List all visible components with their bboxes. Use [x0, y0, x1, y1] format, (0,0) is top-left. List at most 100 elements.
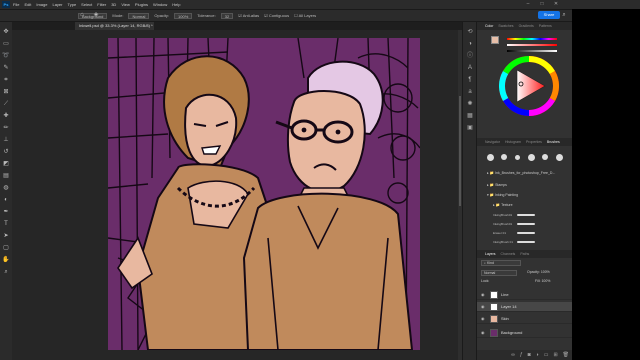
- layer-row[interactable]: ◉ Line: [477, 290, 573, 300]
- menu-window[interactable]: Window: [153, 2, 167, 7]
- type-icon[interactable]: T: [2, 220, 10, 228]
- info-icon[interactable]: ⓘ: [466, 52, 474, 60]
- visibility-eye-icon[interactable]: ◉: [481, 292, 487, 297]
- fx-icon[interactable]: ƒ: [520, 352, 523, 358]
- char-icon[interactable]: A: [466, 64, 474, 72]
- tab-gradients[interactable]: Gradients: [519, 24, 534, 28]
- marquee-icon[interactable]: ▭: [2, 40, 10, 48]
- quick-select-icon[interactable]: ✎: [2, 64, 10, 72]
- stamp-icon[interactable]: ⊥: [2, 136, 10, 144]
- move-icon[interactable]: ✥: [2, 28, 10, 36]
- home-icon[interactable]: ⌂: [78, 12, 86, 19]
- search-icon[interactable]: ⌕: [560, 12, 568, 19]
- tab-navigator[interactable]: Navigator: [485, 140, 500, 144]
- visibility-eye-icon[interactable]: ◉: [481, 330, 487, 335]
- saturation-slider[interactable]: [507, 44, 557, 46]
- brush-folder[interactable]: ▸ 📁 Texture: [493, 202, 513, 208]
- brush-tip-preview[interactable]: [542, 154, 549, 160]
- history-brush-icon[interactable]: ↺: [2, 148, 10, 156]
- para-icon[interactable]: ¶: [466, 76, 474, 84]
- brush-preset[interactable]: Eraser 01: [493, 230, 563, 235]
- zoom-icon[interactable]: ⌕: [2, 268, 10, 276]
- menu-layer[interactable]: Layer: [52, 2, 62, 7]
- brush-preset[interactable]: InkingBrush01: [493, 212, 563, 217]
- tab-swatches[interactable]: Swatches: [498, 24, 513, 28]
- menu-type[interactable]: Type: [68, 2, 77, 7]
- layer-filter-select[interactable]: ⌕ Kind: [481, 260, 521, 266]
- menu-select[interactable]: Select: [81, 2, 92, 7]
- blur-icon[interactable]: ◍: [2, 184, 10, 192]
- hue-slider[interactable]: [507, 38, 557, 40]
- brush-preset[interactable]: InkingBrush01: [493, 221, 563, 226]
- tab-channels[interactable]: Channels: [501, 252, 516, 256]
- menu-edit[interactable]: Edit: [24, 2, 31, 7]
- shape-icon[interactable]: ▢: [2, 244, 10, 252]
- gradient-icon[interactable]: ▤: [2, 172, 10, 180]
- lasso-icon[interactable]: ➰: [2, 52, 10, 60]
- background-eraser-icon[interactable]: ◈: [92, 12, 100, 19]
- brush-tip-preview[interactable]: [501, 154, 508, 160]
- brush-preset[interactable]: InkingBrush 01: [493, 239, 563, 244]
- trash-icon[interactable]: 🗑: [563, 352, 569, 358]
- swatch-icon[interactable]: ▦: [466, 112, 474, 120]
- menu-view[interactable]: View: [121, 2, 130, 7]
- pen-icon[interactable]: ✒: [2, 208, 10, 216]
- blend-mode-select[interactable]: Normal: [481, 270, 517, 276]
- eyedropper-icon[interactable]: ⟋: [2, 100, 10, 108]
- layer-opacity[interactable]: Opacity: 100%: [527, 270, 550, 274]
- tab-color[interactable]: Color: [485, 24, 493, 28]
- menu-help[interactable]: Help: [172, 2, 180, 7]
- link-icon[interactable]: ∞: [511, 352, 515, 358]
- brush-folder[interactable]: ▸ 📁 Ink_Brushes_for_photoshop_Free_D...: [487, 170, 555, 176]
- minimize-icon[interactable]: –: [524, 1, 532, 7]
- brush-tip-preview[interactable]: [515, 154, 521, 160]
- foreground-color-swatch[interactable]: [2, 284, 8, 290]
- brush-settings-icon[interactable]: ✺: [466, 100, 474, 108]
- brush-folder[interactable]: ▸ 📁 Stamps: [487, 182, 507, 188]
- frame-icon[interactable]: ⊠: [2, 88, 10, 96]
- artwork-canvas[interactable]: [108, 38, 420, 350]
- new-layer-icon[interactable]: ⊞: [553, 352, 557, 358]
- menu-plugins[interactable]: Plugins: [135, 2, 148, 7]
- glyph-icon[interactable]: a: [466, 88, 474, 96]
- menu-3d[interactable]: 3D: [111, 2, 116, 7]
- tab-patterns[interactable]: Patterns: [539, 24, 552, 28]
- brush-folder[interactable]: ▾ 📁 Inking Painting: [487, 192, 518, 198]
- tab-paths[interactable]: Paths: [520, 252, 529, 256]
- layer-row[interactable]: ◉ Background: [477, 328, 573, 338]
- brush-tip-preview[interactable]: [556, 153, 564, 161]
- opacity-input[interactable]: 100%: [174, 12, 193, 19]
- visibility-eye-icon[interactable]: ◉: [481, 316, 487, 321]
- tab-histogram[interactable]: Histogram: [505, 140, 521, 144]
- hand-icon[interactable]: ✋: [2, 256, 10, 264]
- anti-alias-checkbox[interactable]: ☑ Anti-alias: [238, 13, 259, 18]
- layer-row[interactable]: ◉ Skin: [477, 314, 573, 324]
- tolerance-input[interactable]: 32: [220, 12, 234, 19]
- adjust-icon[interactable]: ◑: [466, 40, 474, 48]
- brush-tip-preview[interactable]: [527, 153, 535, 161]
- menu-file[interactable]: File: [13, 2, 19, 7]
- maximize-icon[interactable]: □: [538, 1, 546, 7]
- tab-brushes[interactable]: Brushes: [547, 140, 560, 144]
- adjustment-icon[interactable]: ◑: [536, 352, 539, 358]
- folder-icon[interactable]: ▭: [544, 352, 549, 358]
- close-icon[interactable]: ✕: [552, 1, 560, 7]
- path-select-icon[interactable]: ➤: [2, 232, 10, 240]
- visibility-eye-icon[interactable]: ◉: [481, 304, 487, 309]
- layer-row-selected[interactable]: ◉ Layer 14: [477, 302, 573, 312]
- crop-icon[interactable]: ⌗: [2, 76, 10, 84]
- library-icon[interactable]: ▣: [466, 124, 474, 132]
- dodge-icon[interactable]: ◐: [2, 196, 10, 204]
- color-wheel[interactable]: [499, 56, 559, 116]
- tab-properties[interactable]: Properties: [526, 140, 542, 144]
- canvas-scroll-thumb[interactable]: [459, 96, 461, 206]
- brightness-slider[interactable]: [507, 50, 557, 52]
- mask-icon[interactable]: ◙: [528, 352, 531, 358]
- foreground-swatch[interactable]: [491, 36, 499, 44]
- layer-fill[interactable]: Fill: 100%: [535, 279, 550, 283]
- document-tab[interactable]: Inkwell.psd @ 33.3% (Layer 14, RGB/8) *: [75, 22, 154, 30]
- brush-tip-preview[interactable]: [486, 153, 494, 161]
- tab-layers[interactable]: Layers: [485, 252, 496, 256]
- all-layers-checkbox[interactable]: ☐ All Layers: [294, 13, 316, 18]
- history-icon[interactable]: ⟲: [466, 28, 474, 36]
